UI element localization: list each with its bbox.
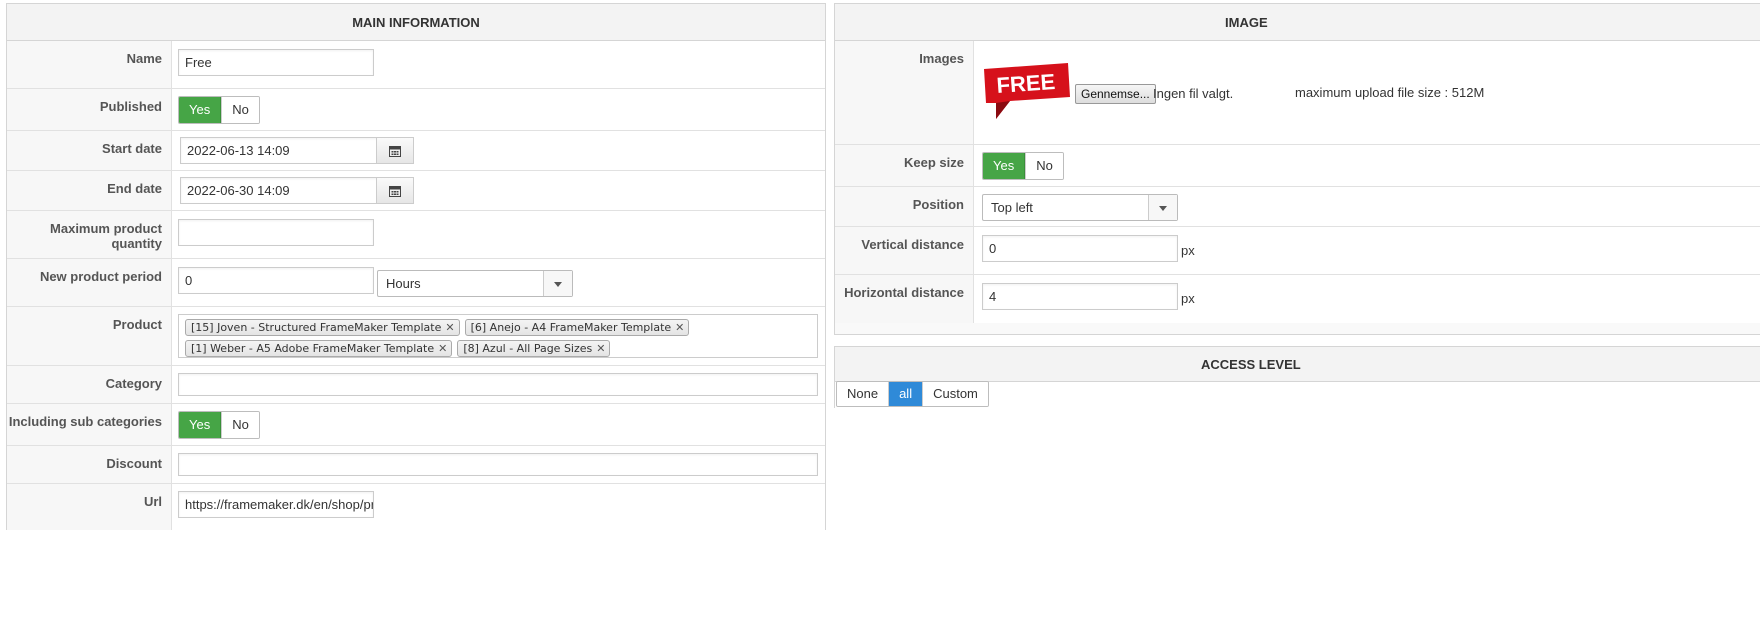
remove-chip-icon[interactable]: ✕ [438,342,447,355]
position-value: Top left [991,200,1033,215]
end-date-input[interactable]: 2022-06-30 14:09 [180,177,414,204]
name-label: Name [7,41,172,88]
name-input[interactable]: Free [178,49,374,76]
new-period-unit-select[interactable]: Hours [377,270,573,297]
name-row: Name Free [7,41,825,89]
discount-row: Discount [7,446,825,484]
sub-categories-toggle: Yes No [178,411,260,439]
remove-chip-icon[interactable]: ✕ [596,342,605,355]
images-label: Images [835,41,974,144]
free-badge-text: FREE [996,69,1056,98]
max-quantity-input[interactable] [178,219,374,246]
end-date-calendar-button[interactable] [376,178,413,203]
remove-chip-icon[interactable]: ✕ [445,321,454,334]
position-select[interactable]: Top left [982,194,1178,221]
horizontal-distance-label: Horizontal distance [835,275,974,323]
end-date-label: End date [7,171,172,210]
end-date-value: 2022-06-30 14:09 [187,183,290,198]
product-chip: [8] Azul - All Page Sizes ✕ [457,340,611,357]
position-label: Position [835,187,974,226]
main-information-title: MAIN INFORMATION [7,4,825,41]
access-level-panel: ACCESS LEVEL None all Custom [834,346,1760,408]
max-quantity-label: Maximum product quantity [7,211,172,258]
chevron-down-icon [1148,195,1177,220]
start-date-input[interactable]: 2022-06-13 14:09 [180,137,414,164]
product-label: Product [7,307,172,365]
keep-size-toggle: Yes No [982,152,1064,180]
calendar-icon [389,145,401,157]
horizontal-distance-row: Horizontal distance 4 px [835,275,1760,323]
new-period-unit-value: Hours [386,276,421,291]
discount-input[interactable] [178,453,818,476]
new-period-input[interactable]: 0 [178,267,374,294]
browse-file-button[interactable]: Gennemse... [1075,84,1156,104]
image-title: IMAGE [835,4,1760,41]
published-row: Published Yes No [7,89,825,131]
product-chip: [15] Joven - Structured FrameMaker Templ… [185,319,460,336]
images-row: Images FREE Gennemse... Ingen fil valgt.… [835,41,1760,145]
sub-categories-label: Including sub categories [7,404,172,445]
keep-size-yes-button[interactable]: Yes [983,153,1026,179]
max-quantity-row: Maximum product quantity [7,211,825,259]
sub-categories-yes-button[interactable]: Yes [179,412,222,438]
product-chip: [6] Anejo - A4 FrameMaker Template ✕ [464,319,690,336]
sub-categories-no-button[interactable]: No [221,412,259,438]
main-information-panel: MAIN INFORMATION Name Free Published Yes… [6,3,826,530]
vertical-distance-input[interactable]: 0 [982,235,1178,262]
product-multiselect[interactable]: [15] Joven - Structured FrameMaker Templ… [178,314,818,358]
sub-categories-row: Including sub categories Yes No [7,404,825,446]
chevron-down-icon [543,271,572,296]
access-level-toggle: None all Custom [836,381,989,407]
access-all-button[interactable]: all [888,382,923,406]
horizontal-distance-unit: px [1181,291,1195,306]
image-panel: IMAGE Images FREE Gennemse... Ingen fil … [834,3,1760,335]
start-date-calendar-button[interactable] [376,138,413,163]
start-date-value: 2022-06-13 14:09 [187,143,290,158]
keep-size-row: Keep size Yes No [835,145,1760,187]
free-badge-image: FREE [984,63,1070,119]
published-no-button[interactable]: No [221,97,259,123]
access-none-button[interactable]: None [837,382,889,406]
no-file-text: Ingen fil valgt. [1153,86,1234,101]
keep-size-no-button[interactable]: No [1025,153,1063,179]
access-level-title: ACCESS LEVEL [835,347,1760,382]
category-label: Category [7,366,172,403]
end-date-row: End date 2022-06-30 14:09 [7,171,825,211]
remove-chip-icon[interactable]: ✕ [675,321,684,334]
url-input[interactable]: https://framemaker.dk/en/shop/proc [178,491,374,518]
start-date-label: Start date [7,131,172,170]
published-yes-button[interactable]: Yes [179,97,222,123]
vertical-distance-row: Vertical distance 0 px [835,227,1760,275]
category-row: Category [7,366,825,404]
published-toggle: Yes No [178,96,260,124]
horizontal-distance-input[interactable]: 4 [982,283,1178,310]
new-period-row: New product period 0 Hours [7,259,825,307]
position-row: Position Top left [835,187,1760,227]
start-date-row: Start date 2022-06-13 14:09 [7,131,825,171]
keep-size-label: Keep size [835,145,974,186]
vertical-distance-label: Vertical distance [835,227,974,274]
url-row: Url https://framemaker.dk/en/shop/proc [7,484,825,530]
discount-label: Discount [7,446,172,483]
max-upload-text: maximum upload file size : 512M [1295,85,1485,100]
calendar-icon [389,185,401,197]
product-chip: [1] Weber - A5 Adobe FrameMaker Template… [185,340,453,357]
url-label: Url [7,484,172,530]
new-period-label: New product period [7,259,172,306]
access-custom-button[interactable]: Custom [922,382,988,406]
vertical-distance-unit: px [1181,243,1195,258]
category-input[interactable] [178,373,818,396]
product-row: Product [15] Joven - Structured FrameMak… [7,307,825,366]
published-label: Published [7,89,172,130]
